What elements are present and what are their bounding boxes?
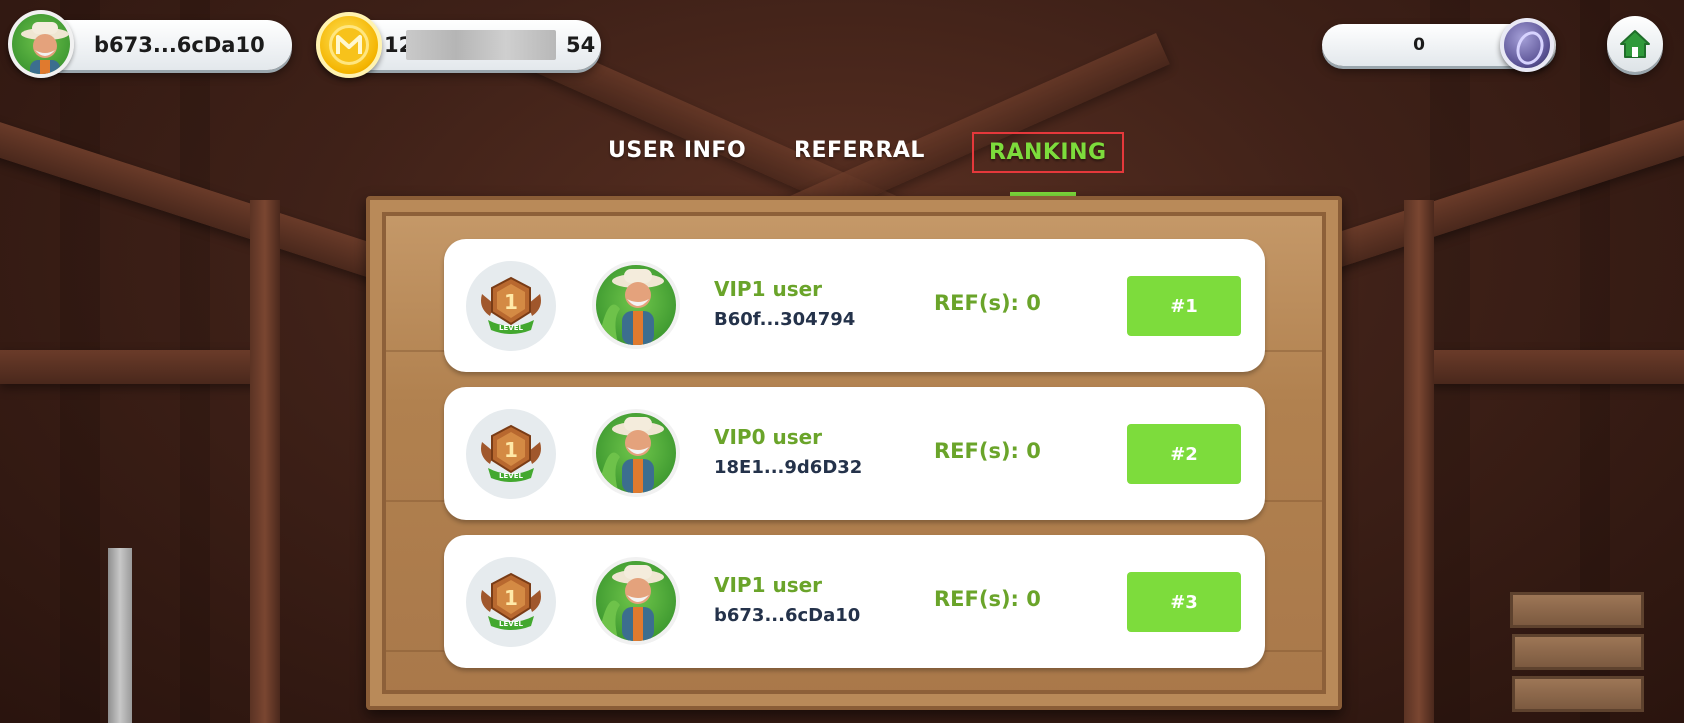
- svg-text:1: 1: [504, 438, 518, 462]
- user-address: b673...6cDa10: [714, 605, 861, 626]
- farmer-avatar: [592, 557, 680, 645]
- user-address: 18E1...9d6D32: [714, 457, 863, 478]
- farmer-avatar: [592, 409, 680, 497]
- vip-label: VIP0 user: [714, 425, 823, 449]
- user-address: B60f...304794: [714, 309, 856, 330]
- svg-text:1: 1: [504, 290, 518, 314]
- svg-text:LEVEL: LEVEL: [499, 324, 523, 332]
- energy-token-icon: [1500, 18, 1554, 72]
- referral-count: REF(s): 0: [934, 291, 1041, 315]
- farmer-avatar: [592, 261, 680, 349]
- user-avatar[interactable]: [8, 10, 74, 78]
- level-badge-icon: 1 LEVEL: [466, 261, 556, 351]
- referral-count: REF(s): 0: [934, 587, 1041, 611]
- token-coin-icon: [316, 12, 382, 78]
- rank-button[interactable]: #2: [1127, 424, 1241, 484]
- vip-label: VIP1 user: [714, 277, 823, 301]
- tab-referral[interactable]: REFERRAL: [794, 138, 925, 163]
- home-icon: [1620, 30, 1650, 58]
- energy-balance-value: 0: [1413, 35, 1425, 55]
- vip-label: VIP1 user: [714, 573, 823, 597]
- referral-count: REF(s): 0: [934, 439, 1041, 463]
- token-balance-suffix: 54: [566, 33, 596, 57]
- ranking-row: 1 LEVEL VIP1 user b673...6cDa10 REF(s): …: [444, 535, 1265, 668]
- level-badge-icon: 1 LEVEL: [466, 557, 556, 647]
- ranking-row: 1 LEVEL VIP1 user B60f...304794 REF(s): …: [444, 239, 1265, 372]
- rank-button[interactable]: #1: [1127, 276, 1241, 336]
- home-button[interactable]: [1607, 16, 1663, 72]
- svg-text:1: 1: [504, 586, 518, 610]
- wallet-address: b673...6cDa10: [94, 33, 265, 57]
- metal-pole: [108, 548, 132, 723]
- svg-text:LEVEL: LEVEL: [499, 620, 523, 628]
- ranking-row: 1 LEVEL VIP0 user 18E1...9d6D32 REF(s): …: [444, 387, 1265, 520]
- redacted-balance: [406, 30, 556, 60]
- m-logo-icon: [336, 35, 362, 54]
- level-badge-icon: 1 LEVEL: [466, 409, 556, 499]
- svg-text:LEVEL: LEVEL: [499, 472, 523, 480]
- rank-button[interactable]: #3: [1127, 572, 1241, 632]
- tab-user-info[interactable]: USER INFO: [608, 138, 746, 163]
- tab-ranking[interactable]: RANKING: [972, 132, 1124, 173]
